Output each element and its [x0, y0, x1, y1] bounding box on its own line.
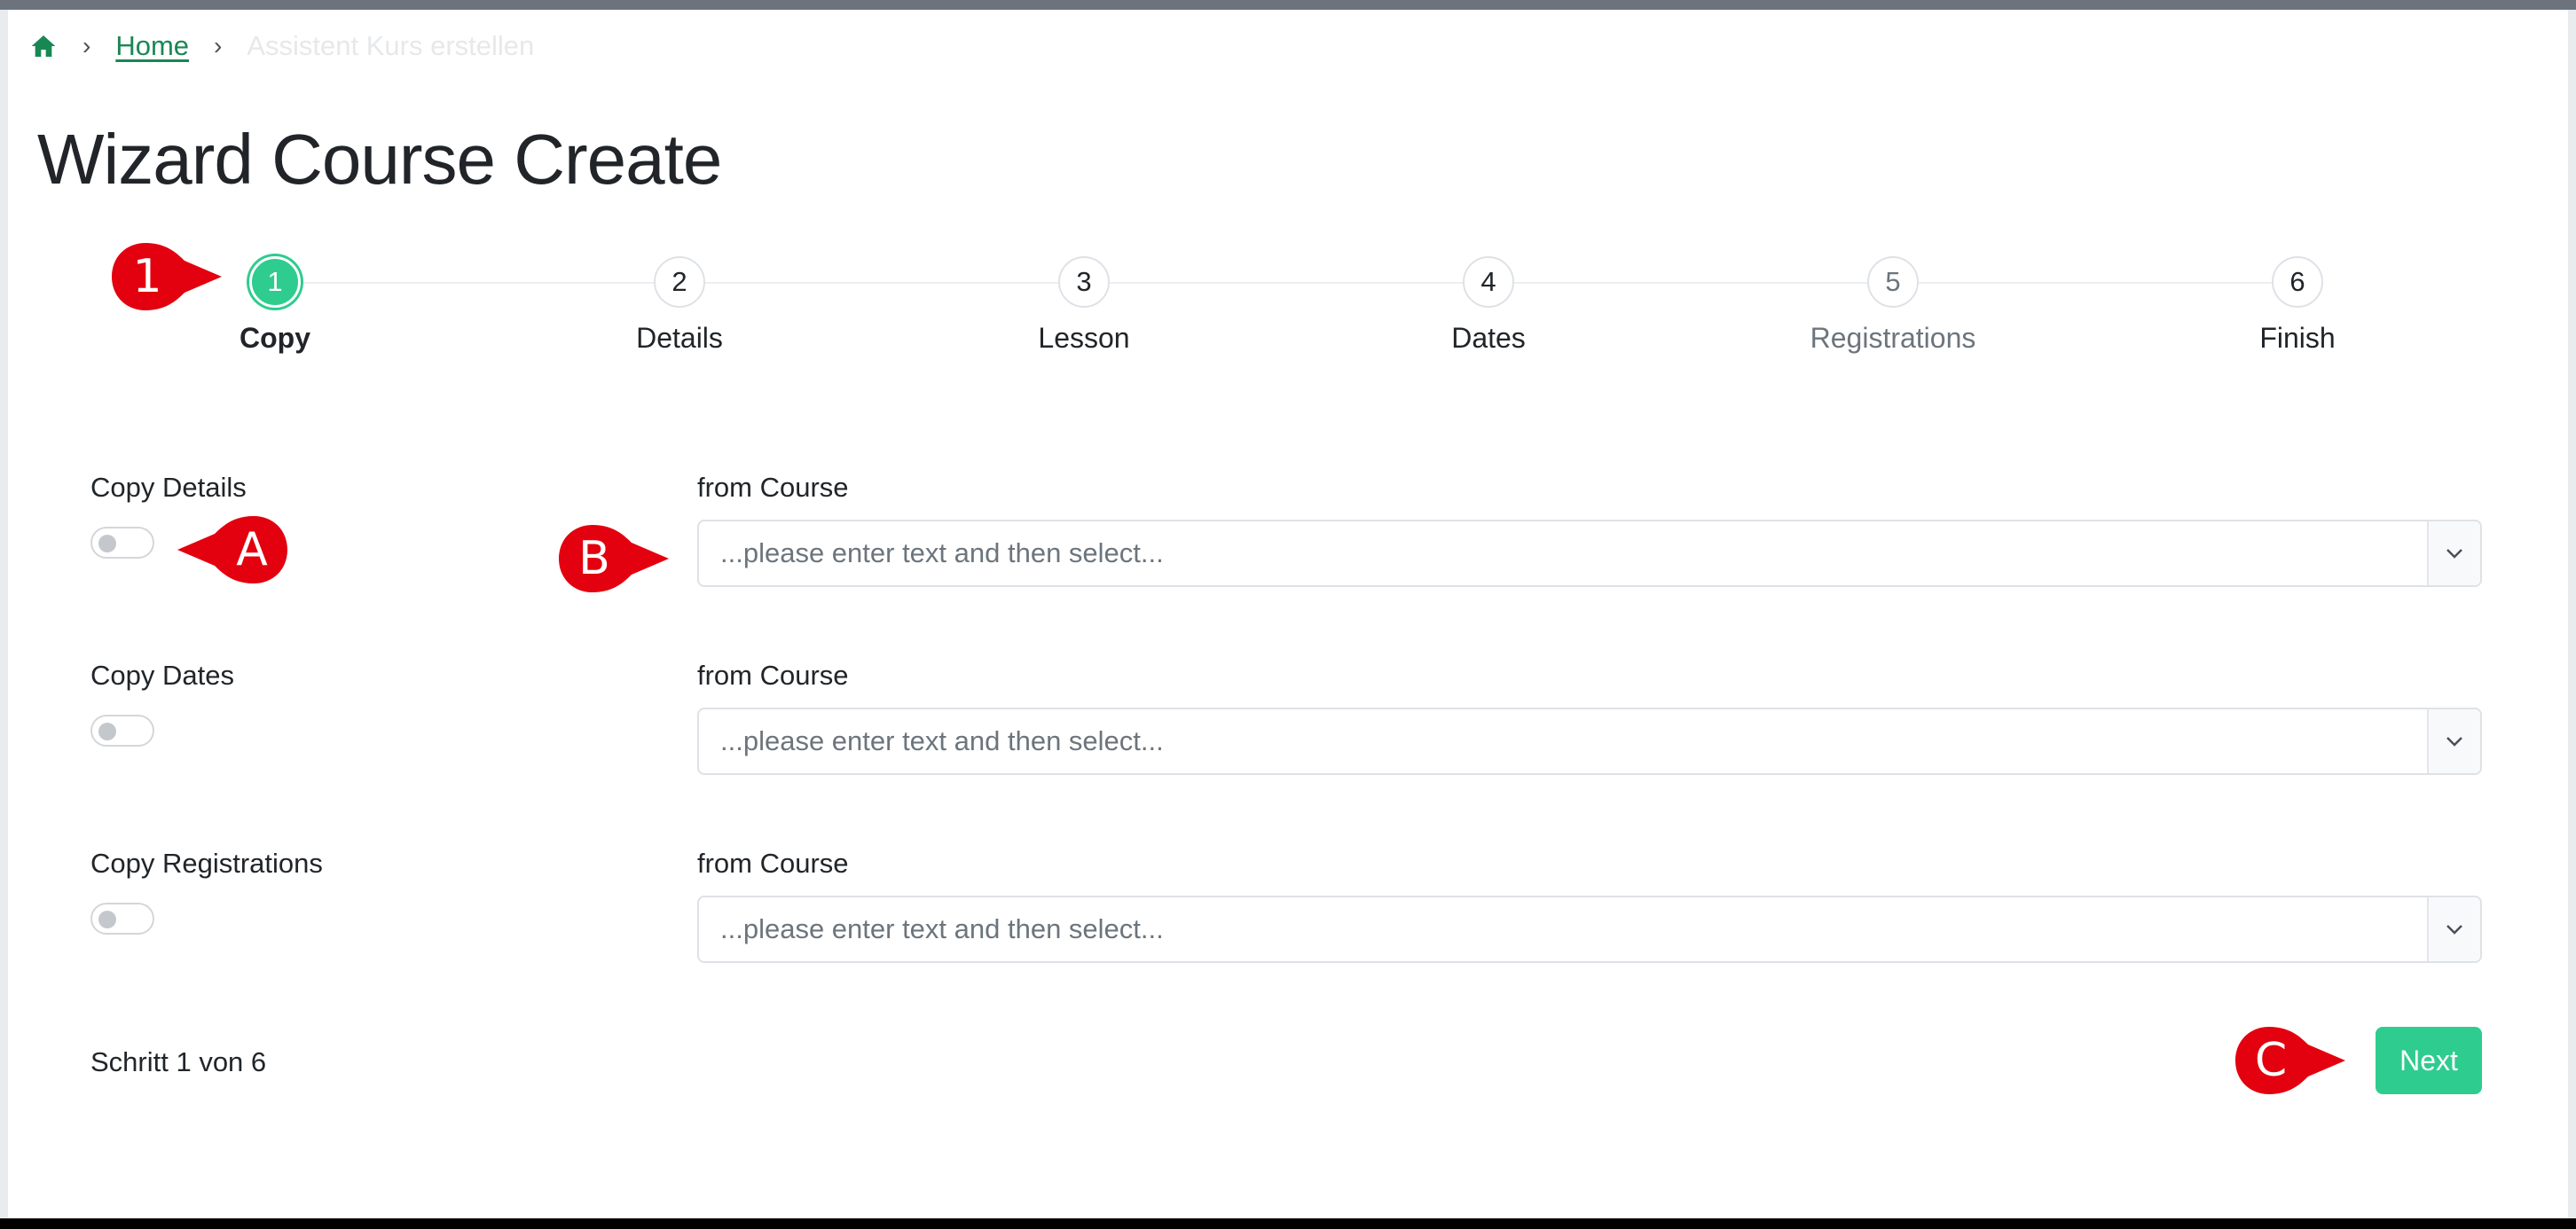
- step-number: 1: [249, 256, 301, 308]
- next-button[interactable]: Next: [2376, 1027, 2482, 1094]
- callout-marker-a: A: [174, 514, 289, 585]
- chevron-down-icon[interactable]: [2429, 521, 2480, 585]
- copy-details-course-select[interactable]: ...please enter text and then select...: [697, 520, 2482, 587]
- copy-registrations-course-select[interactable]: ...please enter text and then select...: [697, 896, 2482, 963]
- step-label: Details: [636, 322, 723, 354]
- wizard-stepper: 1 Copy 2 Details 3 Lesson 4 Dates 5 Regi…: [71, 253, 2510, 368]
- step-label: Dates: [1451, 322, 1526, 354]
- select-placeholder: ...please enter text and then select...: [720, 725, 1164, 756]
- callout-label: C: [2254, 1034, 2288, 1087]
- breadcrumb-separator: ›: [214, 32, 223, 59]
- step-dates[interactable]: 4 Dates: [1355, 253, 1622, 355]
- copy-registrations-row: Copy Registrations from Course ...please…: [90, 848, 2482, 990]
- copy-dates-label: Copy Dates: [90, 660, 234, 691]
- page-title: Wizard Course Create: [37, 120, 722, 199]
- step-number: 3: [1058, 256, 1110, 308]
- copy-details-toggle[interactable]: [90, 527, 154, 559]
- copy-dates-row: Copy Dates from Course ...please enter t…: [90, 660, 2482, 802]
- callout-label: 1: [132, 250, 162, 303]
- step-lesson[interactable]: 3 Lesson: [951, 253, 1217, 355]
- step-details[interactable]: 2 Details: [546, 253, 813, 355]
- callout-marker-b: B: [557, 523, 672, 594]
- toggle-knob: [98, 535, 116, 552]
- chevron-down-icon[interactable]: [2429, 709, 2480, 773]
- callout-marker-c: C: [2234, 1025, 2349, 1096]
- callout-marker-1: 1: [110, 241, 225, 312]
- breadcrumb-separator: ›: [82, 32, 91, 59]
- copy-dates-course-select[interactable]: ...please enter text and then select...: [697, 708, 2482, 775]
- step-label: Copy: [240, 322, 310, 354]
- toggle-knob: [98, 911, 116, 928]
- toggle-knob: [98, 723, 116, 740]
- right-border: [2568, 10, 2576, 1218]
- breadcrumb: › Home › Assistent Kurs erstellen: [29, 27, 534, 66]
- step-label: Finish: [2259, 322, 2336, 354]
- step-finish[interactable]: 6 Finish: [2164, 253, 2431, 355]
- home-icon[interactable]: [29, 32, 58, 60]
- callout-label: B: [578, 532, 610, 585]
- bottom-bar: [0, 1218, 2576, 1229]
- chevron-down-icon[interactable]: [2429, 897, 2480, 961]
- select-placeholder: ...please enter text and then select...: [720, 913, 1164, 944]
- step-label: Lesson: [1038, 322, 1130, 354]
- select-placeholder: ...please enter text and then select...: [720, 537, 1164, 568]
- copy-details-row: Copy Details from Course ...please enter…: [90, 472, 2482, 614]
- breadcrumb-current: Assistent Kurs erstellen: [247, 30, 535, 61]
- step-status: Schritt 1 von 6: [90, 1046, 267, 1077]
- step-number: 4: [1463, 256, 1514, 308]
- copy-dates-toggle[interactable]: [90, 715, 154, 747]
- breadcrumb-home-link[interactable]: Home: [115, 30, 189, 62]
- step-registrations[interactable]: 5 Registrations: [1760, 253, 2026, 355]
- left-border: [0, 10, 8, 1218]
- from-course-label: from Course: [697, 472, 849, 503]
- copy-details-label: Copy Details: [90, 472, 247, 503]
- copy-registrations-toggle[interactable]: [90, 903, 154, 935]
- step-number: 6: [2272, 256, 2323, 308]
- callout-label: A: [236, 523, 268, 576]
- top-bar: [0, 0, 2576, 10]
- step-label: Registrations: [1810, 322, 1976, 354]
- from-course-label: from Course: [697, 660, 849, 691]
- from-course-label: from Course: [697, 848, 849, 879]
- copy-registrations-label: Copy Registrations: [90, 848, 323, 879]
- step-number: 5: [1867, 256, 1919, 308]
- step-number: 2: [654, 256, 705, 308]
